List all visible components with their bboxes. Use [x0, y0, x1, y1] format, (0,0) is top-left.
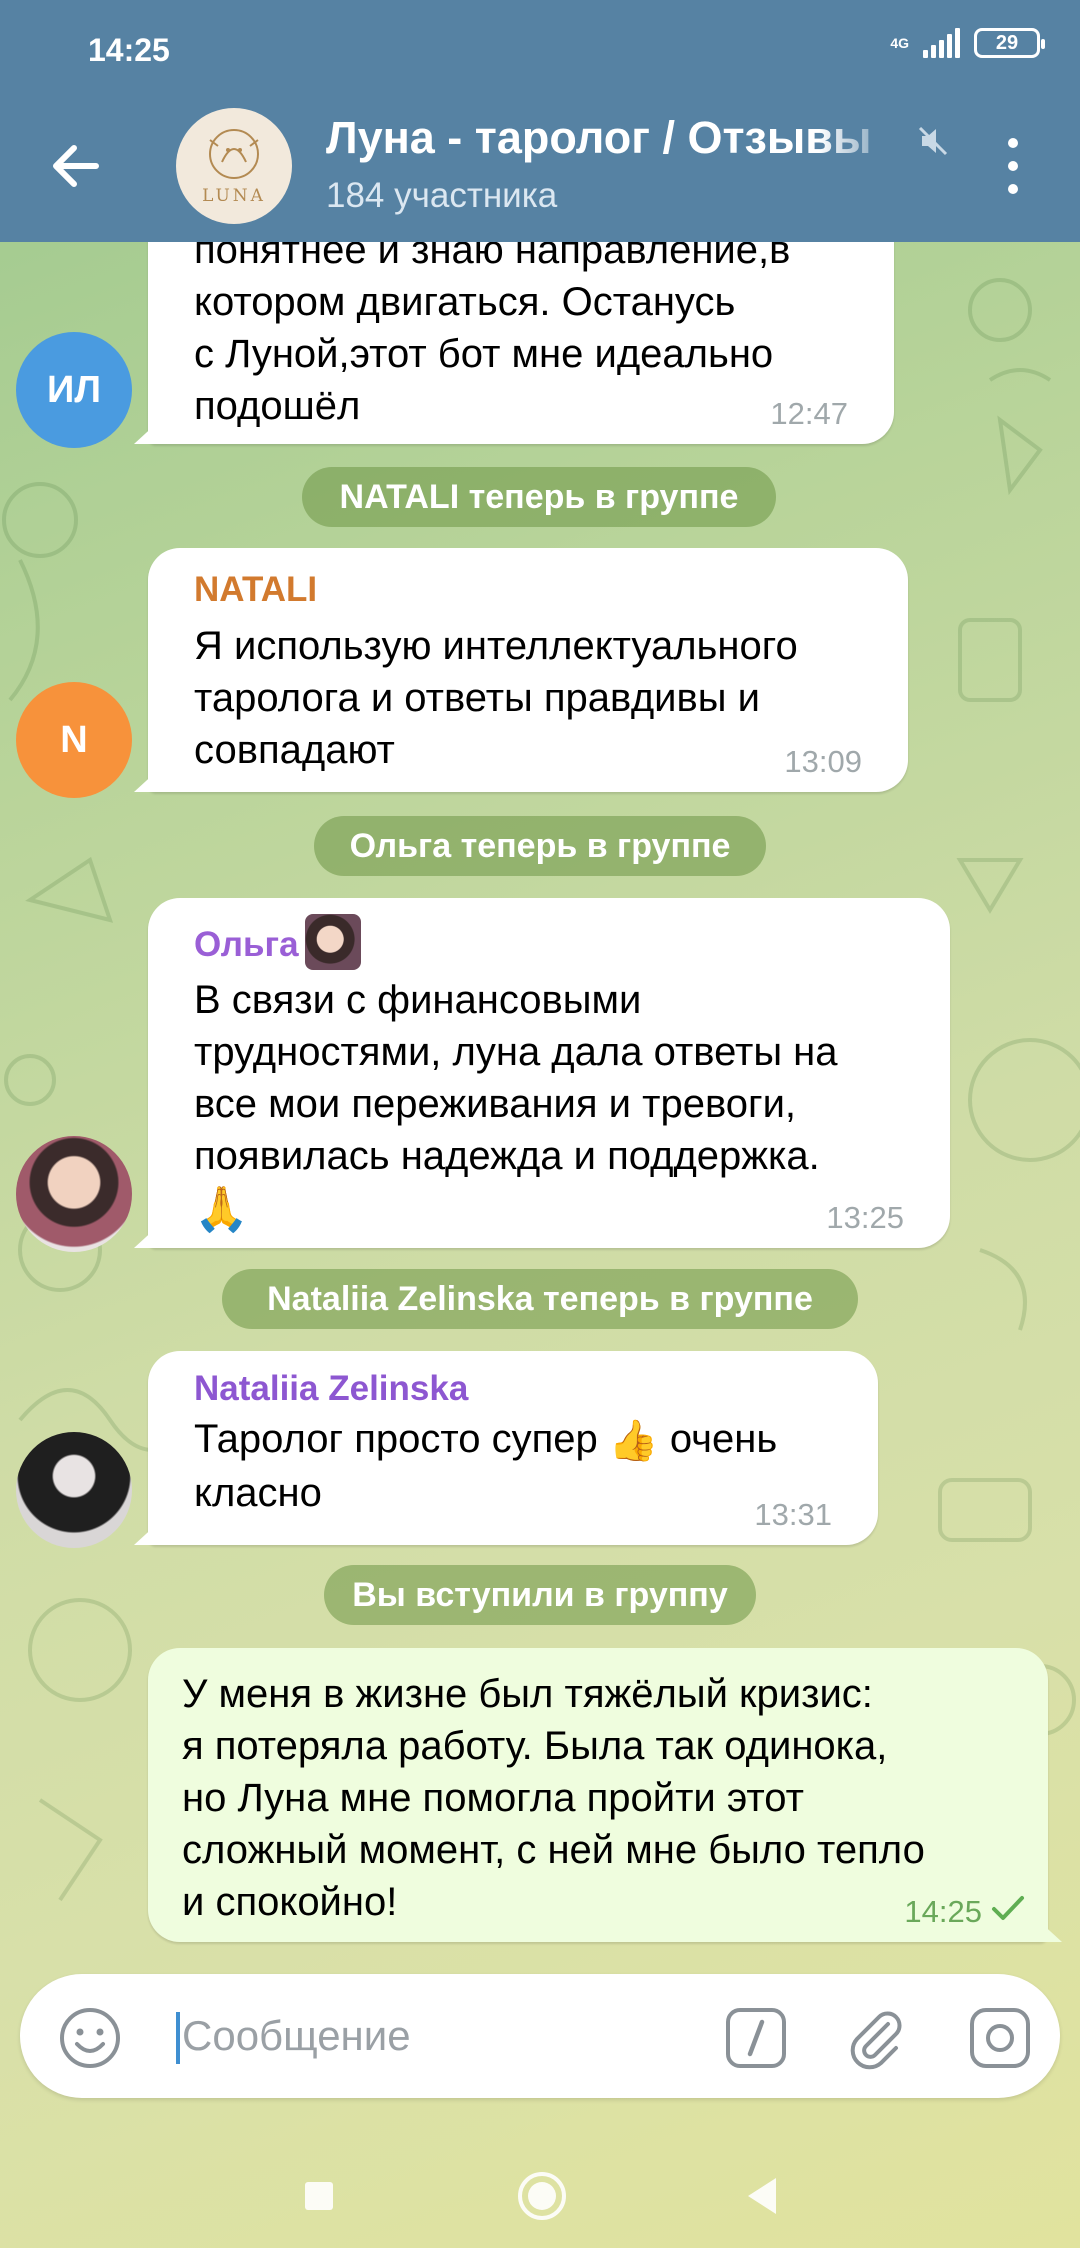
message-emoji: 👍 — [608, 1419, 659, 1464]
avatar-natali[interactable]: N — [16, 682, 132, 798]
message-text: Я использую интеллектуального таролога и… — [194, 624, 798, 772]
message-emoji: 🙏 — [194, 1185, 249, 1234]
recents-icon[interactable] — [291, 2168, 347, 2224]
emoji-icon[interactable] — [58, 2006, 122, 2070]
back-icon[interactable] — [736, 2168, 792, 2224]
sender-name[interactable]: Ольга — [194, 914, 910, 970]
message-bubble[interactable]: NATALI Я использую интеллектуального тар… — [134, 548, 908, 792]
avatar-olga[interactable] — [16, 1136, 132, 1252]
network-type: 4G — [890, 35, 909, 51]
message-bubble[interactable]: Nataliia Zelinska Таролог просто супер 👍… — [134, 1351, 878, 1545]
service-message: Nataliia Zelinska теперь в группе — [222, 1269, 858, 1329]
app-bar: 14:25 4G 29 LUNA Луна - таролог / Отзывы… — [0, 0, 1080, 242]
message-time: 13:25 — [826, 1200, 904, 1235]
logo-text: LUNA — [202, 186, 266, 206]
sender-name[interactable]: NATALI — [194, 570, 868, 610]
text-cursor — [176, 2012, 180, 2064]
camera-icon[interactable] — [968, 2006, 1032, 2070]
chat-title[interactable]: Луна - таролог / Отзывы — [326, 112, 906, 164]
message-bubble[interactable]: Ольга В связи с финансовыми трудностями,… — [134, 898, 950, 1248]
chat-avatar[interactable]: LUNA — [176, 108, 292, 224]
message-text: понятнее и знаю направление,в котором дв… — [194, 228, 791, 428]
avatar-initials: ИЛ — [47, 368, 101, 411]
battery-icon: 29 — [974, 28, 1045, 58]
member-count: 184 участника — [326, 176, 558, 215]
signal-icon — [923, 28, 960, 58]
avatar-initials: N — [60, 718, 88, 761]
message-time: 13:31 — [754, 1497, 832, 1532]
status-icons: 4G 29 — [890, 28, 1045, 58]
more-options-icon[interactable] — [998, 138, 1028, 194]
message-text: Таролог просто супер 👍 очень класно — [194, 1413, 838, 1519]
message-text: В связи с финансовыми трудностями, луна … — [194, 978, 838, 1178]
bot-commands-icon[interactable] — [724, 2006, 788, 2070]
system-navigation-bar — [0, 2140, 1080, 2248]
attach-icon[interactable] — [844, 2006, 908, 2070]
back-arrow-icon[interactable] — [46, 136, 106, 196]
message-text: У меня в жизне был тяжёлый кризис: я пот… — [182, 1672, 925, 1924]
read-check-icon — [992, 1896, 1024, 1920]
service-message: Вы вступили в группу — [324, 1565, 756, 1625]
message-input[interactable] — [182, 1998, 702, 2074]
sender-name[interactable]: Nataliia Zelinska — [194, 1369, 838, 1409]
battery-level: 29 — [995, 31, 1019, 54]
service-message: Ольга теперь в группе — [314, 816, 766, 876]
avatar-nataliia[interactable] — [16, 1432, 132, 1548]
message-time: 12:47 — [770, 396, 848, 431]
message-time: 14:25 — [904, 1894, 982, 1929]
message-composer — [20, 1974, 1060, 2098]
luna-logo-icon — [209, 129, 259, 179]
service-message: NATALI теперь в группе — [302, 467, 776, 527]
message-time: 13:09 — [784, 744, 862, 779]
muted-icon — [918, 126, 948, 156]
outgoing-message-bubble[interactable]: У меня в жизне был тяжёлый кризис: я пот… — [148, 1648, 1062, 1942]
message-text-part: Таролог просто супер — [194, 1417, 609, 1461]
home-icon[interactable] — [514, 2168, 570, 2224]
sender-name-text: Ольга — [194, 925, 299, 964]
status-time: 14:25 — [88, 32, 170, 68]
avatar-il[interactable]: ИЛ — [16, 332, 132, 448]
sender-status-photo — [304, 914, 361, 970]
